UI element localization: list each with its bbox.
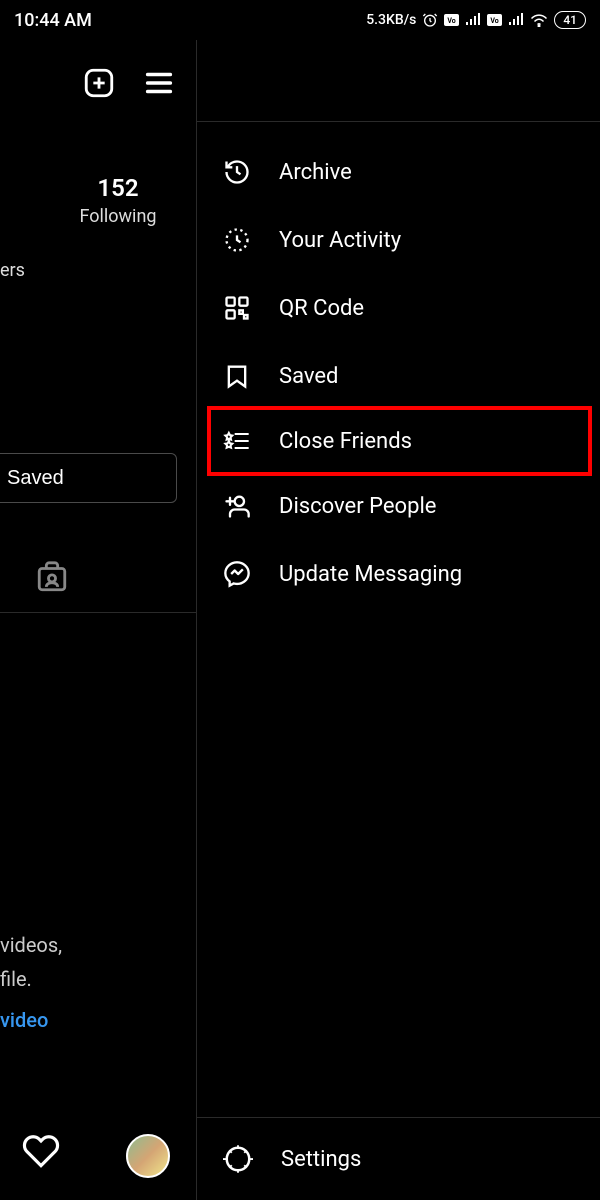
- discover-people-icon: [223, 492, 251, 520]
- wifi-icon: [530, 13, 548, 27]
- menu-label: Close Friends: [279, 429, 412, 454]
- menu-list: Archive Your Activity QR Code Saved Clos…: [197, 122, 600, 1117]
- drawer-header-space: [197, 40, 600, 122]
- battery-indicator: 41: [554, 11, 586, 29]
- svg-text:Vo: Vo: [491, 17, 499, 25]
- saved-tab-button[interactable]: Saved: [0, 453, 177, 503]
- settings-gear-icon: [223, 1144, 253, 1174]
- settings-drawer: Archive Your Activity QR Code Saved Clos…: [197, 40, 600, 1200]
- followers-label-partial[interactable]: ers: [0, 260, 25, 281]
- promo-text: videos, file.: [0, 928, 62, 996]
- data-rate: 5.3KB/s: [366, 12, 416, 28]
- menu-label: Settings: [281, 1147, 361, 1172]
- menu-label: Your Activity: [279, 228, 401, 253]
- bookmark-icon: [223, 362, 251, 390]
- following-stat[interactable]: 152 Following: [40, 174, 196, 227]
- profile-avatar[interactable]: [126, 1134, 170, 1178]
- close-friends-icon: [223, 427, 251, 455]
- menu-item-archive[interactable]: Archive: [197, 138, 600, 206]
- menu-item-your-activity[interactable]: Your Activity: [197, 206, 600, 274]
- messenger-icon: [223, 560, 251, 588]
- activity-heart-icon[interactable]: [22, 1132, 60, 1174]
- menu-item-qr-code[interactable]: QR Code: [197, 274, 600, 342]
- menu-item-settings[interactable]: Settings: [197, 1117, 600, 1200]
- svg-text:Vo: Vo: [448, 17, 456, 25]
- menu-label: Archive: [279, 160, 352, 185]
- menu-item-close-friends[interactable]: Close Friends: [207, 406, 592, 476]
- new-post-icon[interactable]: [82, 66, 116, 104]
- signal-icon-2: [508, 13, 524, 27]
- menu-label: Discover People: [279, 494, 436, 519]
- status-time: 10:44 AM: [14, 10, 92, 31]
- volte-icon-1: Vo: [444, 14, 459, 26]
- divider: [0, 612, 197, 613]
- tagged-posts-icon[interactable]: [35, 560, 69, 598]
- menu-item-discover-people[interactable]: Discover People: [197, 472, 600, 540]
- alarm-icon: [422, 12, 438, 28]
- hamburger-menu-icon[interactable]: [142, 66, 176, 104]
- menu-label: Saved: [279, 364, 338, 389]
- menu-label: QR Code: [279, 296, 364, 321]
- status-right: 5.3KB/s Vo Vo 41: [366, 11, 586, 29]
- following-label: Following: [40, 206, 196, 227]
- archive-icon: [223, 158, 251, 186]
- promo-link[interactable]: video: [0, 1008, 48, 1032]
- activity-icon: [223, 226, 251, 254]
- volte-icon-2: Vo: [487, 14, 502, 26]
- profile-background: ers 152 Following Saved videos, file. vi…: [0, 40, 197, 1200]
- status-bar: 10:44 AM 5.3KB/s Vo Vo 41: [0, 0, 600, 40]
- menu-item-saved[interactable]: Saved: [197, 342, 600, 410]
- menu-item-update-messaging[interactable]: Update Messaging: [197, 540, 600, 608]
- signal-icon-1: [465, 13, 481, 27]
- following-count: 152: [40, 174, 196, 202]
- qr-code-icon: [223, 294, 251, 322]
- menu-label: Update Messaging: [279, 562, 462, 587]
